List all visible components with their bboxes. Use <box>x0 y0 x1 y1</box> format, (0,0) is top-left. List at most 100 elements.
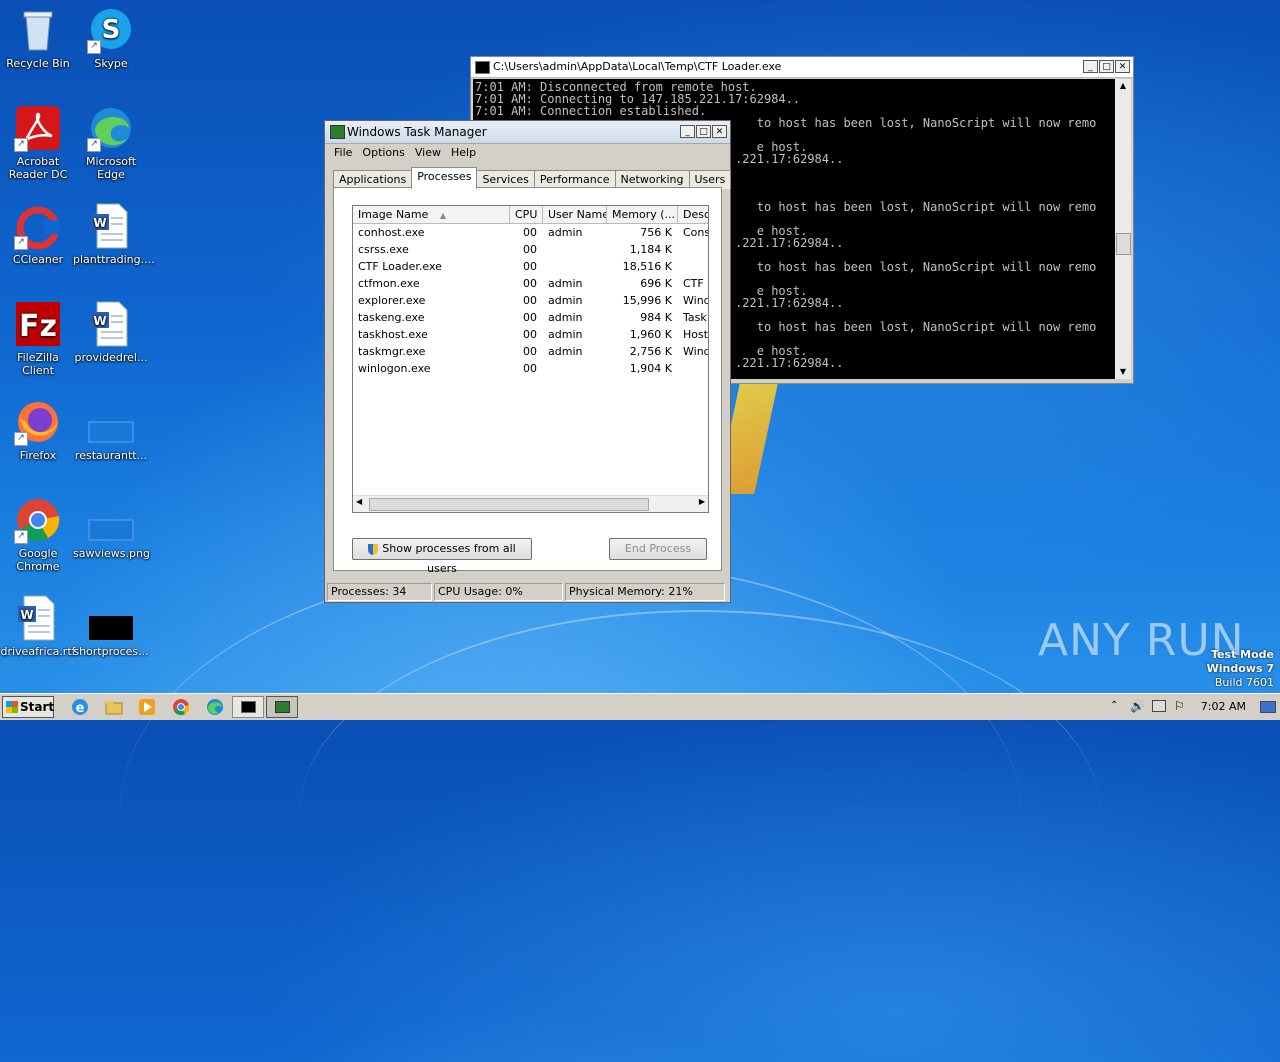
column-header-description[interactable]: Desc <box>678 206 708 223</box>
cell-image-name: csrss.exe <box>358 243 409 256</box>
minimize-button[interactable]: _ <box>1083 60 1098 73</box>
scroll-up-arrow-icon[interactable]: ▲ <box>1115 79 1131 93</box>
windows-logo-icon <box>6 701 18 713</box>
desktop-icon-providedrel[interactable]: W providedrel... <box>73 300 149 364</box>
column-header-user-name[interactable]: User Name <box>543 206 607 223</box>
scroll-thumb[interactable] <box>369 498 649 511</box>
task-manager-window[interactable]: Windows Task Manager _ □ ✕ File Options … <box>324 120 732 603</box>
cell-memory: 1,904 K <box>629 362 672 375</box>
show-all-processes-button[interactable]: Show processes from all users <box>352 538 532 575</box>
shortcut-arrow-icon: ↗ <box>87 138 101 152</box>
status-cpu-usage: CPU Usage: 0% <box>434 583 563 601</box>
explorer-taskbar-icon[interactable] <box>104 697 124 717</box>
table-row[interactable]: csrss.exe 00 1,184 K <box>353 241 708 258</box>
cell-description <box>678 258 708 275</box>
svg-text:W: W <box>93 314 106 328</box>
cell-cpu: 00 <box>523 311 537 324</box>
column-header-cpu[interactable]: CPU <box>510 206 543 223</box>
console-window-icon <box>241 701 256 713</box>
menu-file[interactable]: File <box>329 144 357 162</box>
task-manager-titlebar[interactable]: Windows Task Manager _ □ ✕ <box>325 121 730 144</box>
table-row[interactable]: conhost.exe 00 admin 756 K Cons <box>353 224 708 241</box>
table-row[interactable]: taskeng.exe 00 admin 984 K Task <box>353 309 708 326</box>
desktop-icon-firefox[interactable]: ↗ Firefox <box>0 398 76 462</box>
column-header-image-name[interactable]: Image Name ▲ <box>353 206 510 223</box>
edge-icon: ↗ <box>87 104 135 152</box>
cell-user-name: admin <box>548 345 583 358</box>
recycle-bin-icon <box>14 6 62 54</box>
status-bar: Processes: 34 CPU Usage: 0% Physical Mem… <box>327 583 728 601</box>
scroll-right-arrow-icon[interactable]: ▶ <box>699 497 705 506</box>
volume-icon[interactable]: 🔊 <box>1130 699 1145 713</box>
chrome-icon: ↗ <box>14 496 62 544</box>
menu-options[interactable]: Options <box>357 144 409 162</box>
cell-image-name: ctfmon.exe <box>358 277 420 290</box>
end-process-button[interactable]: End Process <box>609 538 707 560</box>
task-manager-taskbar-button[interactable] <box>266 696 298 718</box>
console-taskbar-button[interactable] <box>232 696 264 718</box>
network-icon[interactable] <box>1152 700 1166 712</box>
cell-description <box>678 360 708 377</box>
console-titlebar[interactable]: C:\Users\admin\AppData\Local\Temp\CTF Lo… <box>471 57 1133 78</box>
minimize-button[interactable]: _ <box>680 125 695 138</box>
status-processes: Processes: 34 <box>327 583 432 601</box>
desktop-icon-skype[interactable]: S ↗ Skype <box>73 6 149 70</box>
process-list-hscrollbar[interactable]: ◀ ▶ <box>353 495 708 512</box>
table-row[interactable]: taskhost.exe 00 admin 1,960 K Host <box>353 326 708 343</box>
process-list[interactable]: Image Name ▲ CPU User Name Memory (... D… <box>352 205 709 513</box>
desktop-icon-label: driveafrica.rtf <box>0 645 76 658</box>
close-button[interactable]: ✕ <box>712 125 727 138</box>
menu-help[interactable]: Help <box>446 144 481 162</box>
svg-text:W: W <box>20 608 33 622</box>
desktop-icon-chrome[interactable]: ↗ Google Chrome <box>0 496 76 573</box>
maximize-button[interactable]: □ <box>696 125 711 138</box>
desktop-icon-ccleaner[interactable]: ↗ CCleaner <box>0 202 76 266</box>
desktop-icon-recycle-bin[interactable]: Recycle Bin <box>0 6 76 70</box>
show-hidden-icons-chevron-icon[interactable]: ⌃ <box>1110 700 1118 711</box>
cell-image-name: taskhost.exe <box>358 328 428 341</box>
close-button[interactable]: ✕ <box>1115 60 1130 73</box>
svg-text:Fz: Fz <box>19 309 57 344</box>
table-row[interactable]: ctfmon.exe 00 admin 696 K CTF I <box>353 275 708 292</box>
ie-taskbar-icon[interactable]: e <box>70 697 90 717</box>
desktop-icon-planttrading[interactable]: W planttrading.... <box>73 202 155 266</box>
maximize-button[interactable]: □ <box>1099 60 1114 73</box>
cell-cpu: 00 <box>523 328 537 341</box>
scroll-down-arrow-icon[interactable]: ▼ <box>1115 365 1131 379</box>
desktop-icon-sawviews[interactable]: sawviews.png <box>73 496 150 560</box>
cell-image-name: taskmgr.exe <box>358 345 426 358</box>
table-row[interactable]: CTF Loader.exe 00 18,516 K <box>353 258 708 275</box>
cell-description <box>678 241 708 258</box>
menu-view[interactable]: View <box>410 144 446 162</box>
start-button[interactable]: Start <box>2 696 54 718</box>
show-desktop-icon[interactable] <box>1260 701 1276 713</box>
console-scrollbar[interactable]: ▲ ▼ <box>1115 79 1131 379</box>
desktop-icon-filezilla[interactable]: Fz FileZilla Client <box>0 300 76 377</box>
media-player-taskbar-icon[interactable] <box>137 697 157 717</box>
desktop-icon-restaurantt[interactable]: restaurantt... <box>73 398 149 462</box>
table-row[interactable]: winlogon.exe 00 1,904 K <box>353 360 708 377</box>
task-manager-title: Windows Task Manager <box>347 125 487 139</box>
desktop-icon-driveafrica[interactable]: W driveafrica.rtf <box>0 594 76 658</box>
scroll-thumb[interactable] <box>1116 233 1131 255</box>
taskbar-clock[interactable]: 7:02 AM <box>1201 694 1246 720</box>
column-header-memory[interactable]: Memory (... <box>607 206 678 223</box>
console-title: C:\Users\admin\AppData\Local\Temp\CTF Lo… <box>493 60 782 73</box>
desktop-icon-label: FileZilla Client <box>17 351 59 377</box>
scroll-left-arrow-icon[interactable]: ◀ <box>356 497 362 506</box>
edge-taskbar-icon[interactable] <box>205 697 225 717</box>
table-row[interactable]: explorer.exe 00 admin 15,996 K Wind <box>353 292 708 309</box>
tab-processes[interactable]: Processes <box>411 167 478 189</box>
chrome-taskbar-icon[interactable] <box>171 697 191 717</box>
desktop-icon-shortproces[interactable]: shortproces... <box>73 594 149 658</box>
cell-description: Task <box>683 311 707 324</box>
cell-user-name: admin <box>548 226 583 239</box>
taskbar: Start e ⌃ 🔊 ⚐ 7:02 AM <box>0 693 1280 720</box>
table-row[interactable]: taskmgr.exe 00 admin 2,756 K Wind <box>353 343 708 360</box>
uac-shield-icon <box>368 543 379 555</box>
ccleaner-icon: ↗ <box>14 202 62 250</box>
desktop-icon-acrobat[interactable]: ↗ Acrobat Reader DC <box>0 104 76 181</box>
cell-memory: 696 K <box>640 277 672 290</box>
desktop-icon-edge[interactable]: ↗ Microsoft Edge <box>73 104 149 181</box>
action-center-flag-icon[interactable]: ⚐ <box>1174 699 1185 713</box>
